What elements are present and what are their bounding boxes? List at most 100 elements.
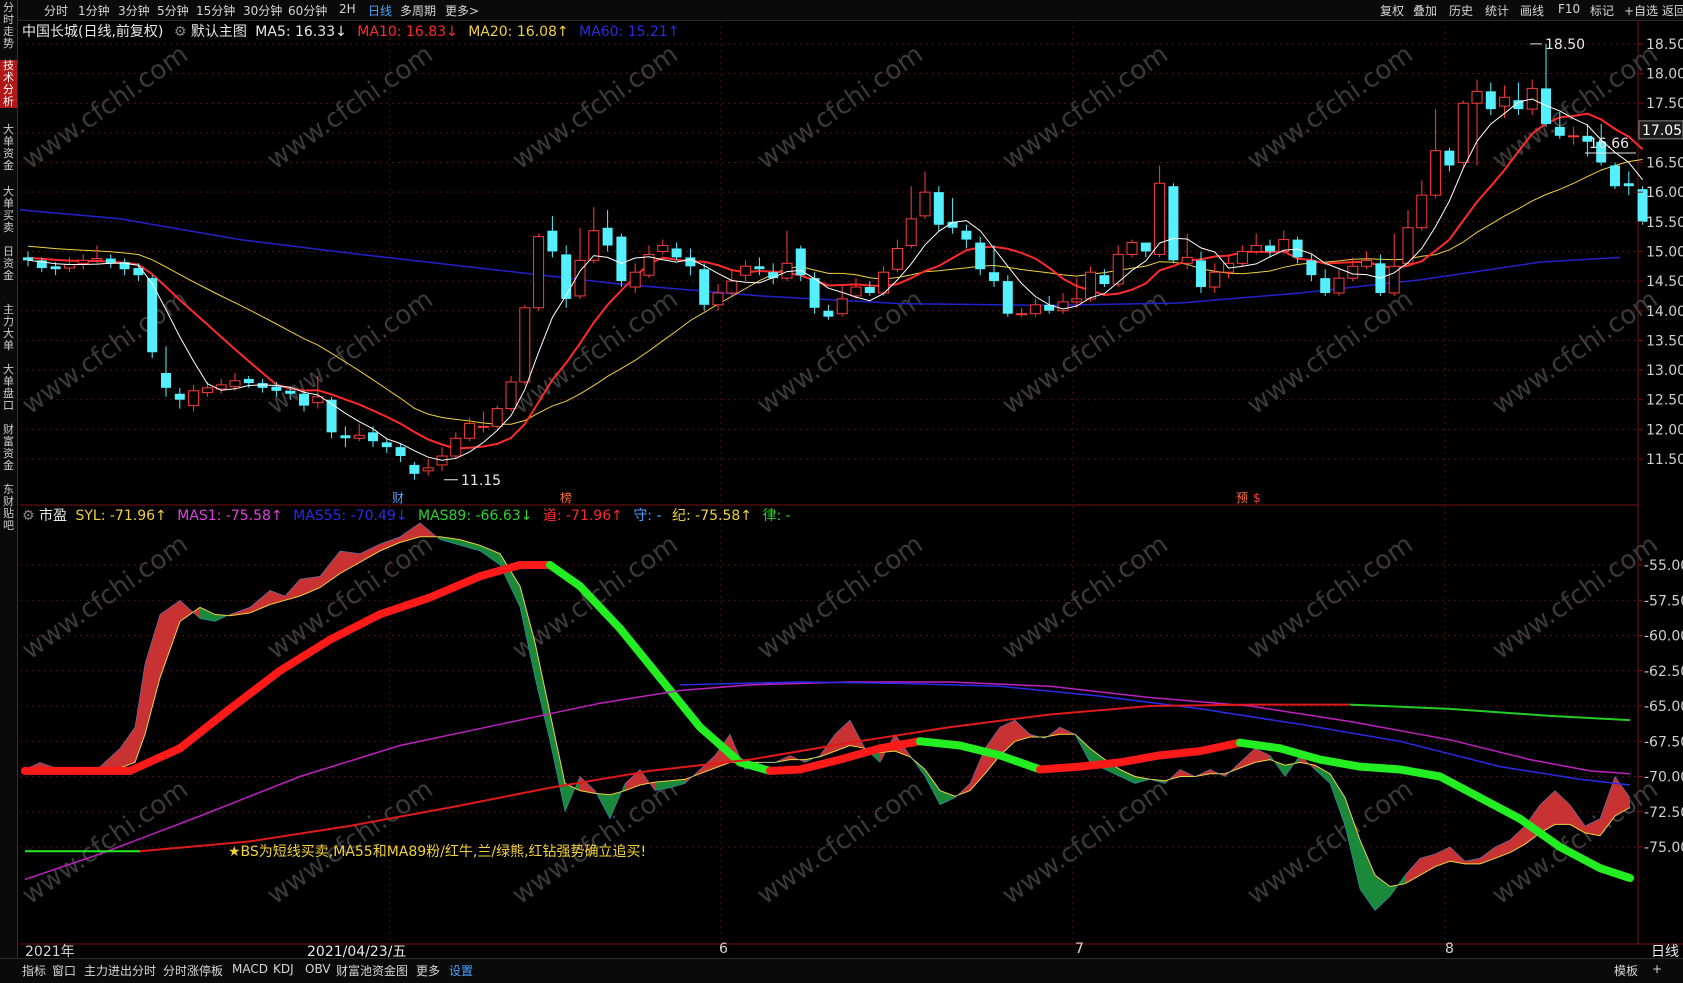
syl-band-segment [1315, 765, 1330, 784]
tab-indicator[interactable]: 指标 [22, 962, 46, 979]
candle-body-down [754, 266, 765, 270]
mas55-trend-segment [766, 765, 804, 775]
tab-obv[interactable]: OBV [305, 962, 331, 976]
candle-body-up [1333, 277, 1345, 294]
candle-body-down [243, 378, 254, 384]
mas55-trend-segment [426, 572, 484, 602]
mas55-trend-segment [1316, 755, 1364, 771]
watermark-text: www.cfchi.com [17, 774, 194, 910]
candle-body-up [1430, 150, 1442, 196]
candle-body-down [809, 278, 820, 308]
indicator-name[interactable]: 市盈 [39, 508, 67, 524]
candle-body-down [1306, 260, 1317, 276]
ji-value: 纪: -75.58↑ [671, 508, 753, 524]
candle-body-down [395, 447, 406, 457]
add-button[interactable]: + [1652, 962, 1662, 976]
syl-band-segment [1120, 769, 1135, 784]
tab-window[interactable]: 窗口 [52, 962, 76, 979]
x-axis: 2021年 2021/04/23/五 6 7 8 日线 [17, 941, 1679, 960]
price-tick-label: 15.50 [1646, 215, 1683, 231]
syl-band-segment [1000, 720, 1015, 756]
candle-body-down [1485, 91, 1496, 110]
mas55-trend-segment [1436, 772, 1484, 802]
price-tick-label: 13.50 [1646, 333, 1683, 349]
candle-body-up [77, 259, 89, 264]
mas55-trend-segment [996, 751, 1044, 774]
candle-body-down [975, 242, 986, 270]
candle-body-down [823, 310, 834, 317]
candle-body-down [1541, 88, 1551, 124]
watermark-text: www.cfchi.com [1242, 284, 1419, 420]
mas55-trend-segment [176, 704, 234, 753]
candle-body-down [381, 442, 392, 448]
mas55-trend-segment [1076, 758, 1124, 771]
mas55-trend-segment [736, 758, 774, 775]
candle-body-up [63, 263, 75, 269]
tab-more[interactable]: 更多 [416, 962, 440, 979]
candle-body-up [850, 286, 862, 297]
template-label[interactable]: 默认主图 [191, 24, 247, 40]
syl-band-segment [1420, 854, 1435, 876]
syl-band-segment [1540, 790, 1555, 833]
candle-body-down [989, 272, 999, 282]
watermark-text: www.cfchi.com [262, 774, 439, 910]
candle-body-down [699, 269, 710, 305]
candle-body-down [368, 432, 378, 442]
x-label-month-8: 8 [1445, 941, 1454, 957]
mas89-value: MAS89: -66.63↓ [417, 508, 533, 524]
axis-layer: 18.50 18.00 17.50 16.50 16.00 15.50 15.00 14.50… [1638, 37, 1683, 856]
watermark-text: www.cfchi.com [507, 39, 684, 175]
indicator-note: ★BS为短线买卖,MA55和MA89粉/红牛,兰/绿熊,红钻强势确立追买! [228, 844, 646, 860]
tab-kdj[interactable]: KDJ [273, 962, 294, 976]
watermark-layer: www.cfchi.com www.cfchi.com www.cfchi.com w… [17, 39, 1664, 910]
tab-macd[interactable]: MACD [232, 962, 268, 976]
candle-body-down [1444, 150, 1455, 166]
stock-title[interactable]: 中国长城(日线,前复权) [22, 24, 163, 40]
candle-body-up [1029, 304, 1041, 315]
settings-icon[interactable]: ⚙ [174, 24, 187, 40]
price-tick-label: 12.50 [1646, 393, 1683, 409]
mas55-value: MAS55: -70.49↓ [293, 508, 408, 524]
indicator-settings-icon[interactable]: ⚙ [22, 508, 35, 524]
candle-body-down [1002, 281, 1013, 314]
candle-body-down [340, 435, 351, 439]
candle-body-up [229, 380, 241, 388]
mas55-trend-segment [1036, 762, 1084, 774]
candle-body-down [602, 227, 613, 246]
tab-main-flow[interactable]: 主力进出分时 [84, 962, 156, 979]
event-marker: 财 [392, 491, 404, 505]
watermark-text: www.cfchi.com [1487, 39, 1664, 175]
syl-band-segment [460, 539, 480, 551]
candle-body-up [905, 218, 917, 247]
candle-body-down [161, 373, 171, 388]
candle-body-down [285, 390, 296, 394]
syl-value: SYL: -71.96↑ [75, 508, 167, 524]
price-tick-label: 12.00 [1646, 422, 1683, 438]
template-button[interactable]: 模板 [1614, 962, 1638, 979]
candle-body-up [1499, 96, 1511, 107]
price-tick-label: 16.50 [1646, 156, 1683, 172]
candle-body-down [1610, 165, 1620, 187]
indicator-legend: ⚙ 市盈 SYL: -71.96↑ MAS1: -75.58↑ MAS55: -… [22, 505, 791, 525]
chart-canvas[interactable]: www.cfchi.com www.cfchi.com www.cfchi.com w… [0, 0, 1683, 982]
candle-body-up [450, 437, 462, 457]
syl-band-segment [1465, 858, 1480, 864]
syl-band-segment [160, 600, 180, 678]
candle-body-up [353, 434, 365, 439]
mas55-trend-segment [476, 561, 524, 581]
shou-value: 守: - [633, 508, 662, 524]
watermark-text: www.cfchi.com [507, 774, 684, 910]
tab-wealth-pool[interactable]: 财富池资金图 [336, 962, 408, 979]
tab-settings[interactable]: 设置 [449, 962, 473, 979]
syl-band-segment [1555, 790, 1570, 825]
last-price-label: 16.66 [1589, 136, 1629, 152]
tab-limit-up[interactable]: 分时涨停板 [163, 962, 223, 979]
ma10-value: MA10: 16.83↓ [357, 24, 458, 40]
candle-body-down [1265, 245, 1275, 252]
candle-body-down [616, 236, 627, 282]
candle-body-up [1181, 256, 1193, 264]
candle-body-up [1471, 90, 1483, 104]
low-price-label: 11.15 [461, 473, 501, 489]
price-tick-label: 14.50 [1646, 274, 1683, 290]
syl-band-segment [550, 713, 565, 812]
